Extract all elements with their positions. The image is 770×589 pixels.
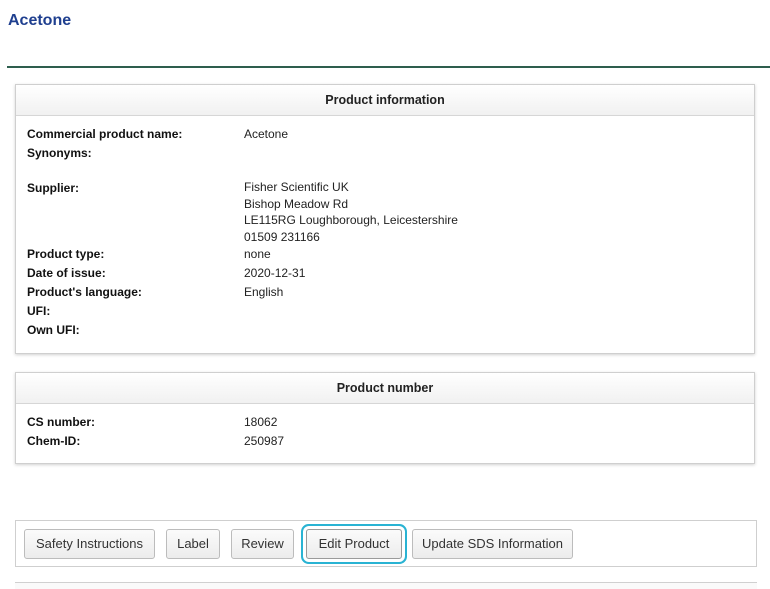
product-type-row: Product type: none [27,245,743,264]
product-number-panel: Product number CS number: 18062 Chem-ID:… [15,372,755,464]
ufi-label: UFI: [27,304,51,318]
cs-number-label: CS number: [27,415,96,429]
supplier-label: Supplier: [27,181,80,195]
page-title: Acetone [8,12,72,29]
synonyms-row: Synonyms: [27,144,743,163]
update-sds-information-button[interactable]: Update SDS Information [412,529,573,559]
commercial-name-row: Commercial product name: Acetone [27,125,743,144]
language-label: Product's language: [27,285,142,299]
product-number-header: Product number [16,373,754,404]
ufi-row: UFI: [27,302,743,321]
supplier-row: Supplier: Fisher Scientific UK Bishop Me… [27,179,743,245]
own-ufi-label: Own UFI: [27,323,80,337]
own-ufi-row: Own UFI: [27,321,743,340]
edit-product-button[interactable]: Edit Product [306,529,402,559]
chem-id-value: 250987 [244,434,285,448]
cs-number-row: CS number: 18062 [27,413,743,432]
product-information-header: Product information [16,85,754,116]
review-button[interactable]: Review [231,529,294,559]
cs-number-value: 18062 [244,415,278,429]
product-type-label: Product type: [27,247,105,261]
chem-id-label: Chem-ID: [27,434,81,448]
supplier-phone: 01509 231166 [244,229,320,244]
language-value: English [244,285,284,299]
safety-instructions-button[interactable]: Safety Instructions [24,529,155,559]
label-button[interactable]: Label [166,529,220,559]
action-button-bar: Safety Instructions Label Review Edit Pr… [15,520,757,567]
chem-id-row: Chem-ID: 250987 [27,432,743,451]
product-information-panel: Product information Commercial product n… [15,84,755,354]
date-of-issue-label: Date of issue: [27,266,106,280]
product-type-value: none [244,247,271,261]
commercial-name-value: Acetone [244,127,289,141]
supplier-value: Fisher Scientific UK Bishop Meadow Rd LE… [244,179,458,245]
synonyms-label: Synonyms: [27,146,92,160]
next-panel-edge [15,582,757,589]
date-of-issue-value: 2020-12-31 [244,266,306,280]
supplier-name: Fisher Scientific UK [244,180,349,194]
title-divider [7,66,770,68]
supplier-city: LE115RG Loughborough, Leicestershire [244,213,458,227]
supplier-street: Bishop Meadow Rd [244,196,349,211]
commercial-name-label: Commercial product name: [27,127,183,141]
date-of-issue-row: Date of issue: 2020-12-31 [27,264,743,283]
language-row: Product's language: English [27,283,743,302]
